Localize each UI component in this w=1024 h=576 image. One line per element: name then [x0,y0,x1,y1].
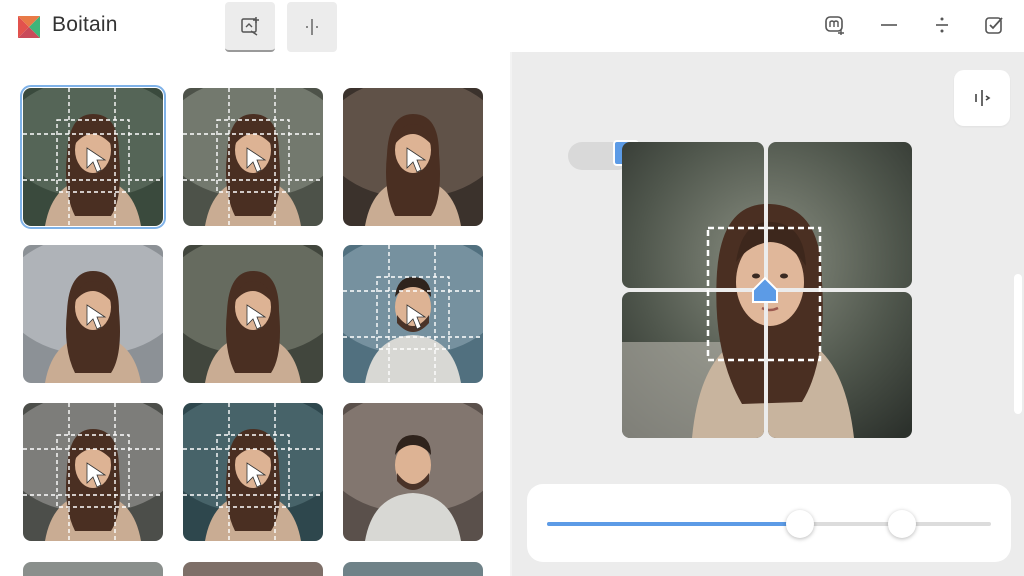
gallery-thumbnail[interactable] [183,245,323,383]
mastodon-button[interactable] [822,12,848,38]
range-slider-track[interactable] [547,522,991,526]
gallery-thumbnail[interactable] [343,88,483,226]
add-effect-tool[interactable] [225,2,275,52]
range-slider-knob-high[interactable] [888,510,917,538]
split-view-button[interactable] [954,70,1010,126]
gallery-thumbnail[interactable] [23,403,163,541]
split-tool[interactable] [287,2,337,52]
minimize-button[interactable] [876,12,902,38]
title-bar: Boitain [0,0,1024,52]
range-slider-knob-low[interactable] [786,510,815,538]
gallery-thumbnail[interactable] [20,85,166,229]
photo-gallery [0,52,510,576]
app-logo-icon [18,16,40,38]
mastodon-icon [825,16,844,35]
range-slider-card [527,484,1011,562]
split-photo-preview[interactable] [622,142,912,438]
range-slider-fill [547,522,801,526]
gallery-thumbnail[interactable] [183,403,323,541]
preview-panel [512,52,1024,576]
divide-icon [936,17,948,33]
gallery-thumbnail-partial[interactable] [183,562,323,576]
gallery-thumbnail-partial[interactable] [343,562,483,576]
frame-plus-icon [241,17,259,36]
gallery-thumbnail-partial[interactable] [23,562,163,576]
confirm-button[interactable] [981,12,1007,38]
split-icon [975,90,991,106]
app-title: Boitain [52,13,118,36]
scrollbar-thumb[interactable] [1014,274,1022,414]
gallery-thumbnail[interactable] [343,245,483,383]
checkbox-icon [985,17,1003,34]
split-icon [306,19,318,35]
gallery-thumbnail[interactable] [183,88,323,226]
gallery-thumbnail[interactable] [23,245,163,383]
gallery-thumbnail[interactable] [343,403,483,541]
divide-button[interactable] [929,12,955,38]
minus-icon [881,24,897,26]
